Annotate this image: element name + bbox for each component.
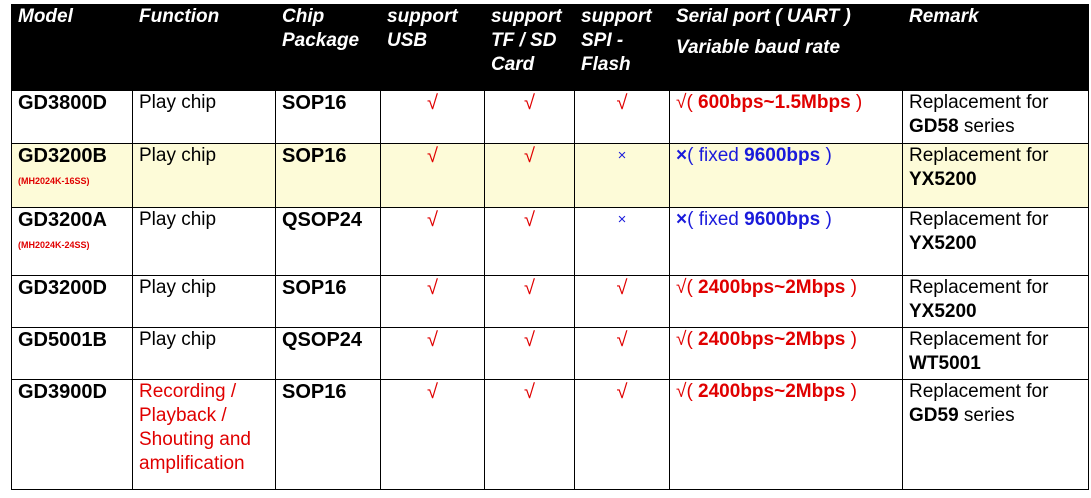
package-cell: QSOP24 (275, 207, 381, 276)
remark-cell: Replacement for WT5001 (902, 327, 1089, 380)
model-variant-label: (MH2024K-16SS) (18, 176, 90, 186)
tf-check-mark: √ (484, 90, 575, 144)
function-cell: Play chip (132, 275, 276, 328)
model-variant-label: (MH2024K-24SS) (18, 240, 90, 250)
remark-cell: Replacement for YX5200 (902, 207, 1089, 276)
uart-cell: √( 2400bps~2Mbps ) (669, 379, 903, 490)
model-cell: GD3200A (MH2024K-24SS) (11, 207, 133, 276)
spi-cross-mark: × (574, 207, 670, 276)
remark-cell: Replacement for GD59 series (902, 379, 1089, 490)
package-cell: SOP16 (275, 379, 381, 490)
table-row: GD5001B Play chip QSOP24 √ √ √ √( 2400bp… (11, 327, 1089, 380)
usb-check-mark: √ (380, 327, 485, 380)
header-chip-package: Chip Package (275, 4, 381, 91)
function-cell: Play chip (132, 327, 276, 380)
tf-check-mark: √ (484, 379, 575, 490)
package-cell: SOP16 (275, 90, 381, 144)
uart-cell: √( 2400bps~2Mbps ) (669, 327, 903, 380)
spi-check-mark: √ (574, 327, 670, 380)
header-serial-port: Serial port ( UART ) Variable baud rate (669, 4, 903, 91)
table-body: GD3800D Play chip SOP16 √ √ √ √( 600bps~… (11, 90, 1089, 490)
spi-check-mark: √ (574, 275, 670, 328)
model-cell: GD3200B (MH2024K-16SS) (11, 143, 133, 208)
table-row: GD3200B (MH2024K-16SS) Play chip SOP16 √ … (11, 143, 1089, 208)
function-cell: Play chip (132, 90, 276, 144)
function-cell: Play chip (132, 143, 276, 208)
header-support-tf-sd: support TF / SD Card (484, 4, 575, 91)
spi-check-mark: √ (574, 379, 670, 490)
function-cell: Play chip (132, 207, 276, 276)
spi-cross-mark: × (574, 143, 670, 208)
package-cell: SOP16 (275, 143, 381, 208)
tf-check-mark: √ (484, 207, 575, 276)
tf-check-mark: √ (484, 143, 575, 208)
tf-check-mark: √ (484, 327, 575, 380)
remark-cell: Replacement for YX5200 (902, 143, 1089, 208)
package-cell: SOP16 (275, 275, 381, 328)
uart-cell: √( 2400bps~2Mbps ) (669, 275, 903, 328)
header-row: Model Function Chip Package support USB su… (11, 4, 1089, 91)
uart-cell: ×( fixed 9600bps ) (669, 207, 903, 276)
header-model: Model (11, 4, 133, 91)
remark-cell: Replacement for GD58 series (902, 90, 1089, 144)
package-cell: QSOP24 (275, 327, 381, 380)
table-row: GD3200D Play chip SOP16 √ √ √ √( 2400bps… (11, 275, 1089, 328)
remark-cell: Replacement for YX5200 (902, 275, 1089, 328)
spi-check-mark: √ (574, 90, 670, 144)
table-row: GD3800D Play chip SOP16 √ √ √ √( 600bps~… (11, 90, 1089, 144)
chip-comparison-table: Model Function Chip Package support USB su… (11, 4, 1089, 490)
header-function: Function (132, 4, 276, 91)
usb-check-mark: √ (380, 275, 485, 328)
header-remark: Remark (902, 4, 1089, 91)
model-cell: GD3200D (11, 275, 133, 328)
model-cell: GD5001B (11, 327, 133, 380)
uart-cell: √( 600bps~1.5Mbps ) (669, 90, 903, 144)
usb-check-mark: √ (380, 90, 485, 144)
usb-check-mark: √ (380, 143, 485, 208)
usb-check-mark: √ (380, 207, 485, 276)
tf-check-mark: √ (484, 275, 575, 328)
function-cell: Recording / Playback / Shouting and amplifi… (132, 379, 276, 490)
table-row: GD3200A (MH2024K-24SS) Play chip QSOP24 √… (11, 207, 1089, 276)
model-cell: GD3900D (11, 379, 133, 490)
usb-check-mark: √ (380, 379, 485, 490)
uart-cell: ×( fixed 9600bps ) (669, 143, 903, 208)
header-support-usb: support USB (380, 4, 485, 91)
model-cell: GD3800D (11, 90, 133, 144)
table-header: Model Function Chip Package support USB su… (11, 4, 1089, 91)
table-row: GD3900D Recording / Playback / Shouting an… (11, 379, 1089, 490)
header-support-spi-flash: support SPI - Flash (574, 4, 670, 91)
